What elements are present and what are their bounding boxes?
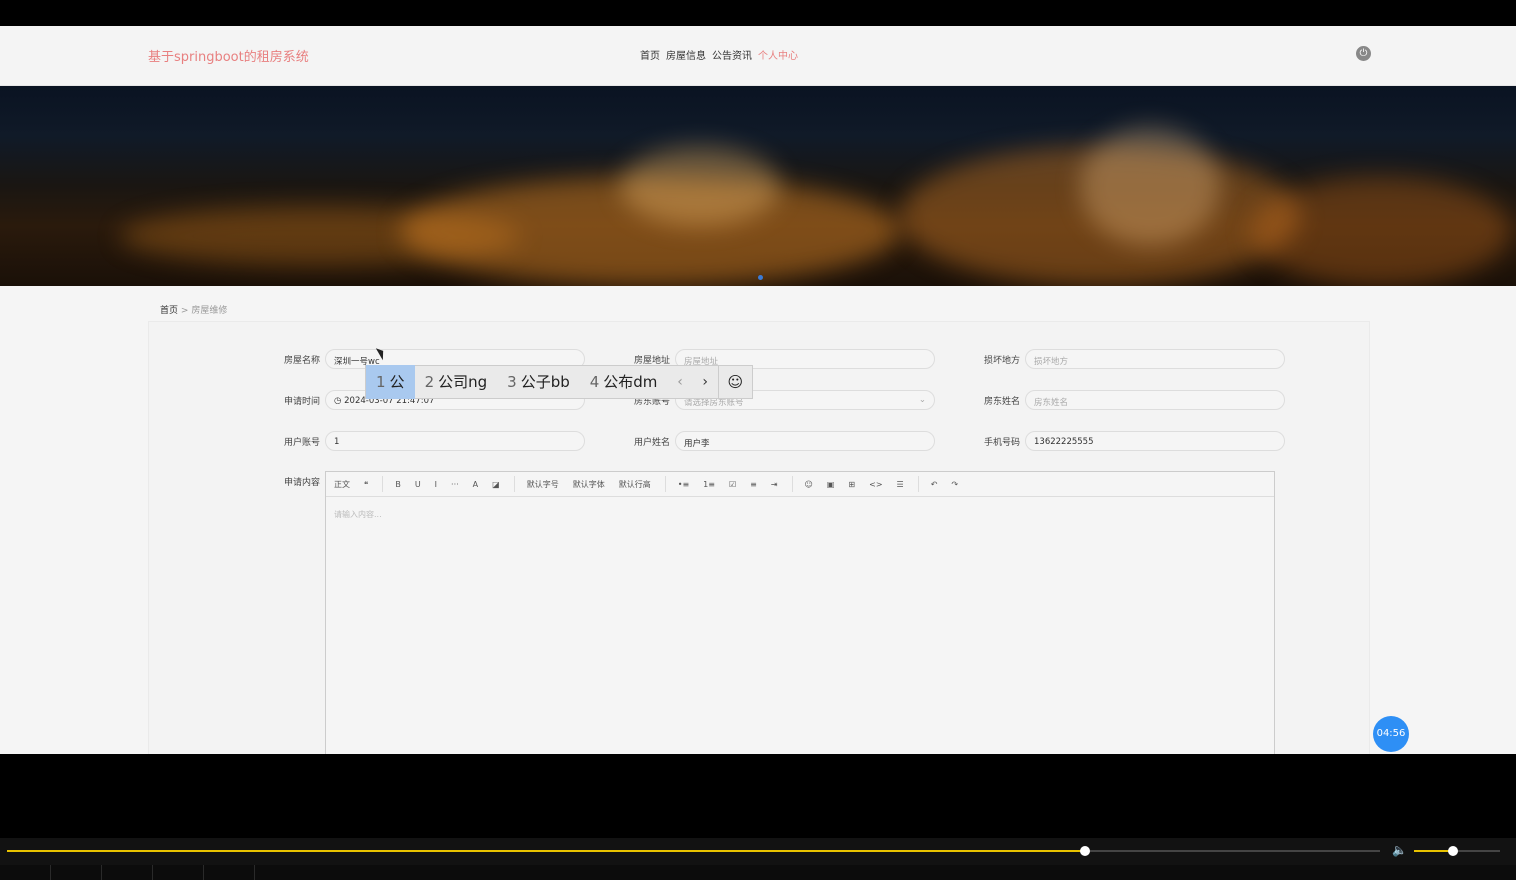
font-size-select[interactable]: 默认字号 bbox=[527, 479, 559, 490]
taskbar-button[interactable] bbox=[102, 865, 153, 880]
screen-top-bar bbox=[0, 0, 1516, 26]
italic-icon[interactable]: I bbox=[435, 480, 437, 489]
volume-icon[interactable]: 🔈 bbox=[1392, 843, 1407, 857]
redo-icon[interactable]: ↷ bbox=[951, 480, 958, 489]
user-account-input[interactable]: 1 bbox=[325, 431, 585, 451]
carousel-indicator[interactable] bbox=[758, 275, 763, 280]
breadcrumb: 首页 > 房屋维修 bbox=[160, 303, 227, 316]
ime-next-icon[interactable]: › bbox=[693, 374, 718, 390]
taskbar-button[interactable] bbox=[51, 865, 102, 880]
quote-icon[interactable]: ❝ bbox=[364, 480, 368, 489]
align-icon[interactable]: ≡ bbox=[750, 480, 757, 489]
user-name-input[interactable]: 用户李 bbox=[675, 431, 935, 451]
ime-candidate[interactable]: 1公 bbox=[366, 365, 415, 399]
bullet-list-icon[interactable]: •≡ bbox=[678, 480, 689, 489]
breadcrumb-separator: > bbox=[180, 306, 189, 316]
taskbar-button[interactable] bbox=[204, 865, 255, 880]
line-height-select[interactable]: 默认行高 bbox=[619, 479, 651, 490]
nav-personal-center[interactable]: 个人中心 bbox=[758, 47, 798, 62]
power-icon[interactable]: ⏻ bbox=[1356, 46, 1371, 61]
undo-icon[interactable]: ↶ bbox=[931, 480, 938, 489]
site-header: 基于springboot的租房系统 首页 房屋信息 公告资讯 个人中心 ⏻ bbox=[0, 26, 1516, 86]
ime-candidate-text: 公子bb bbox=[520, 373, 570, 391]
clock-icon: ◷ bbox=[334, 396, 345, 406]
table-icon[interactable]: ⊞ bbox=[848, 480, 855, 489]
taskbar-buttons bbox=[0, 865, 1516, 880]
nav-home[interactable]: 首页 bbox=[640, 47, 660, 62]
label-user-name: 用户姓名 bbox=[634, 438, 671, 448]
video-player-bar: 🔈 bbox=[0, 754, 1516, 880]
rich-text-editor[interactable]: 正文 ❝ B U I ··· A ◪ 默认字号 默认字体 默认行高 •≡ 1≡ … bbox=[325, 471, 1275, 754]
ime-candidate[interactable]: 3 公子bb bbox=[497, 365, 580, 399]
ime-candidate-text: 公 bbox=[389, 373, 405, 391]
image-icon[interactable]: ▣ bbox=[827, 480, 835, 489]
landlord-name-input[interactable]: 房东姓名 bbox=[1025, 390, 1285, 410]
ime-candidate-number: 3 bbox=[507, 373, 517, 391]
label-content: 申请内容 bbox=[284, 478, 321, 488]
font-color-icon[interactable]: A bbox=[473, 480, 478, 489]
nav-news[interactable]: 公告资讯 bbox=[712, 47, 752, 62]
volume-slider[interactable] bbox=[1414, 846, 1500, 856]
ime-prev-icon[interactable]: ‹ bbox=[667, 374, 692, 390]
phone-input[interactable]: 13622225555 bbox=[1025, 431, 1285, 451]
ime-candidate-number: 4 bbox=[589, 373, 600, 391]
volume-handle[interactable] bbox=[1447, 846, 1458, 856]
volume-level bbox=[1414, 850, 1453, 852]
main-nav: 首页 房屋信息 公告资讯 个人中心 bbox=[640, 47, 798, 62]
todo-icon[interactable]: ☑ bbox=[729, 480, 736, 489]
player-controls: 🔈 bbox=[0, 838, 1516, 865]
more-icon[interactable]: ··· bbox=[451, 480, 459, 489]
ime-candidate-number: 2 bbox=[424, 373, 435, 391]
timer-badge[interactable]: 04:56 bbox=[1373, 716, 1409, 752]
site-title[interactable]: 基于springboot的租房系统 bbox=[148, 46, 309, 65]
heading-select[interactable]: 正文 bbox=[334, 479, 350, 490]
label-phone: 手机号码 bbox=[984, 438, 1021, 448]
editor-placeholder: 请输入内容... bbox=[334, 510, 382, 519]
seek-handle[interactable] bbox=[1079, 846, 1090, 856]
ime-emoji-icon[interactable]: ☺ bbox=[717, 365, 752, 399]
label-damage-location: 损坏地方 bbox=[984, 356, 1021, 366]
emoji-icon[interactable]: ☺ bbox=[805, 480, 813, 489]
chevron-down-icon: ⌄ bbox=[918, 395, 926, 405]
label-user-account: 用户账号 bbox=[284, 438, 321, 448]
bg-color-icon[interactable]: ◪ bbox=[492, 480, 500, 489]
code-icon[interactable]: <> bbox=[869, 480, 882, 489]
web-page: 基于springboot的租房系统 首页 房屋信息 公告资讯 个人中心 ⏻ 首页… bbox=[0, 26, 1516, 754]
numbered-list-icon[interactable]: 1≡ bbox=[703, 480, 715, 489]
seek-progress bbox=[7, 850, 1085, 852]
ime-candidate-text: 公司ng bbox=[438, 373, 488, 391]
seek-bar[interactable] bbox=[7, 846, 1380, 856]
font-family-select[interactable]: 默认字体 bbox=[573, 479, 605, 490]
breadcrumb-home[interactable]: 首页 bbox=[160, 306, 178, 316]
editor-toolbar: 正文 ❝ B U I ··· A ◪ 默认字号 默认字体 默认行高 •≡ 1≡ … bbox=[326, 472, 1274, 497]
underline-icon[interactable]: U bbox=[415, 480, 421, 489]
taskbar-button[interactable] bbox=[0, 865, 51, 880]
label-house-name: 房屋名称 bbox=[284, 356, 321, 366]
divider-icon[interactable]: ☰ bbox=[897, 480, 904, 489]
ime-candidate-number: 1 bbox=[376, 373, 386, 391]
landlord-account-placeholder: 请选择房东账号 bbox=[684, 398, 744, 408]
label-landlord-name: 房东姓名 bbox=[984, 397, 1021, 407]
ime-candidate[interactable]: 4 公布dm bbox=[580, 365, 668, 399]
taskbar-button[interactable] bbox=[153, 865, 204, 880]
banner-carousel bbox=[0, 86, 1516, 286]
breadcrumb-current: 房屋维修 bbox=[191, 306, 228, 316]
ime-candidate-bar: 1公 2 公司ng 3 公子bb 4 公布dm ‹ › ☺ bbox=[365, 365, 753, 399]
nav-house-info[interactable]: 房屋信息 bbox=[666, 47, 706, 62]
indent-icon[interactable]: ⇥ bbox=[771, 480, 778, 489]
damage-location-input[interactable]: 损坏地方 bbox=[1025, 349, 1285, 369]
ime-candidate-text: 公布dm bbox=[603, 373, 658, 391]
label-apply-time: 申请时间 bbox=[284, 397, 321, 407]
ime-candidate[interactable]: 2 公司ng bbox=[415, 365, 498, 399]
bold-icon[interactable]: B bbox=[395, 480, 401, 489]
